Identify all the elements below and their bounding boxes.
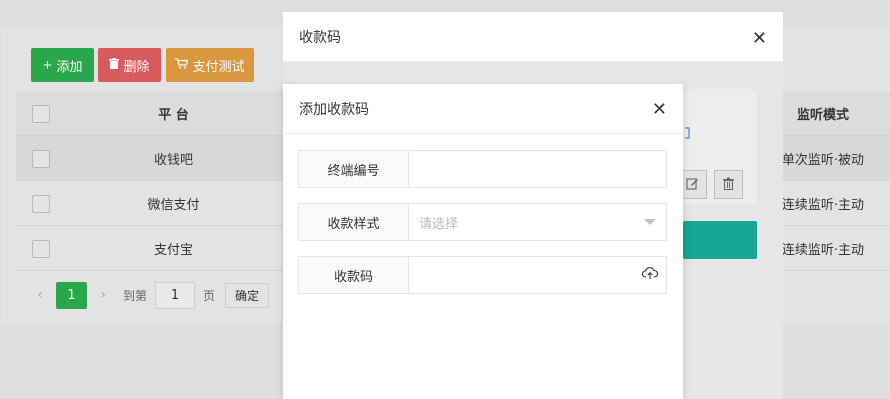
cell-mode: 单次监听·被动 — [781, 153, 865, 168]
prev-page-icon[interactable]: ‹ — [30, 287, 50, 303]
terminal-label: 终端编号 — [299, 151, 409, 187]
header-mode: 监听模式 — [796, 108, 849, 123]
select-all-checkbox[interactable] — [32, 105, 50, 123]
trash-icon — [723, 177, 734, 193]
add-qrcode-dialog: 添加收款码 ✕ 终端编号 收款样式 请选择 收款码 — [283, 84, 683, 399]
style-placeholder: 请选择 — [419, 216, 459, 232]
cell-platform: 支付宝 — [153, 243, 193, 258]
qrcode-dialog-header: 收款码 — [283, 12, 783, 62]
qrcode-input[interactable] — [409, 257, 666, 293]
qrcode-field-row: 收款码 — [298, 256, 667, 294]
cell-platform: 收钱吧 — [153, 153, 193, 168]
delete-button[interactable]: 删除 — [98, 48, 161, 82]
submit-button[interactable] — [683, 221, 757, 259]
page-current[interactable]: 1 — [56, 281, 87, 309]
row-checkbox[interactable] — [32, 240, 50, 258]
row-checkbox[interactable] — [32, 195, 50, 213]
style-select[interactable]: 请选择 — [409, 204, 666, 240]
style-field-row: 收款样式 请选择 — [298, 203, 667, 241]
cell-platform: 微信支付 — [147, 198, 200, 213]
delete-button-label: 删除 — [123, 59, 150, 75]
add-qrcode-dialog-title: 添加收款码 — [299, 101, 369, 118]
trash-icon — [109, 58, 120, 72]
header-platform: 平 台 — [158, 108, 189, 123]
terminal-field-row: 终端编号 — [298, 150, 667, 188]
goto-confirm-button[interactable]: 确定 — [225, 282, 270, 308]
add-button[interactable]: + 添加 — [31, 48, 94, 82]
next-page-icon[interactable]: › — [93, 287, 113, 303]
goto-label: 到第 — [123, 288, 148, 303]
terminal-input[interactable] — [409, 151, 666, 187]
link-icon[interactable] — [685, 127, 691, 142]
goto-page-input[interactable]: 1 — [155, 281, 196, 309]
chevron-down-icon — [644, 219, 656, 225]
row-checkbox[interactable] — [32, 150, 50, 168]
pay-test-button-label: 支付测试 — [192, 59, 245, 75]
close-icon[interactable]: ✕ — [652, 99, 667, 120]
upload-icon[interactable] — [642, 266, 659, 284]
style-label: 收款样式 — [299, 204, 409, 240]
add-button-label: 添加 — [56, 59, 83, 75]
edit-icon — [686, 177, 699, 193]
qrcode-label: 收款码 — [299, 257, 409, 293]
qrcode-dialog-title: 收款码 — [299, 29, 341, 46]
close-icon[interactable]: ✕ — [752, 28, 767, 49]
cell-mode: 连续监听·主动 — [781, 243, 865, 258]
pagination: ‹ 1 › 到第 1 页 确定 — [30, 281, 270, 309]
page-unit-label: 页 — [203, 288, 216, 303]
plus-icon: + — [42, 58, 53, 72]
pay-test-button[interactable]: 支付测试 — [166, 48, 254, 82]
cell-mode: 连续监听·主动 — [781, 198, 865, 213]
add-qrcode-dialog-header: 添加收款码 — [283, 84, 683, 134]
cart-icon — [175, 58, 189, 72]
remove-button[interactable] — [714, 170, 743, 199]
